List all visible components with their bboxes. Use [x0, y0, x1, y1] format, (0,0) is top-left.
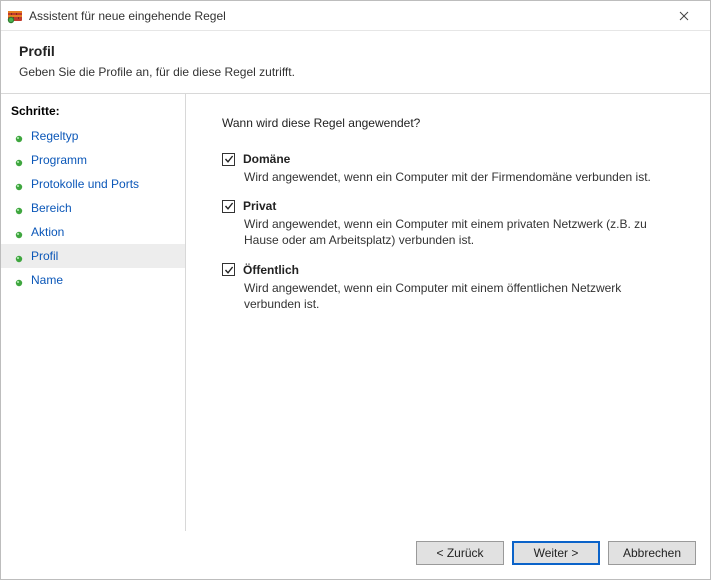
- sidebar-step[interactable]: Name: [1, 268, 185, 292]
- bullet-icon: [15, 252, 23, 260]
- profile-head: Privat: [222, 199, 682, 213]
- question-text: Wann wird diese Regel angewendet?: [222, 116, 682, 130]
- page-subtitle: Geben Sie die Profile an, für die diese …: [19, 65, 692, 79]
- check-icon: [224, 265, 234, 275]
- sidebar-step[interactable]: Aktion: [1, 220, 185, 244]
- window-title: Assistent für neue eingehende Regel: [29, 9, 664, 23]
- titlebar: Assistent für neue eingehende Regel: [1, 1, 710, 31]
- sidebar-step[interactable]: Profil: [1, 244, 185, 268]
- profile-item: Privat Wird angewendet, wenn ein Computer…: [222, 199, 682, 248]
- profile-checkbox[interactable]: [222, 263, 235, 276]
- sidebar-step-label: Profil: [31, 249, 58, 263]
- profile-name: Öffentlich: [243, 263, 299, 277]
- next-button[interactable]: Weiter >: [512, 541, 600, 565]
- bullet-icon: [15, 180, 23, 188]
- page-title: Profil: [19, 43, 692, 59]
- sidebar-step[interactable]: Regeltyp: [1, 124, 185, 148]
- wizard-body: Schritte: Regeltyp Programm Protokolle und…: [1, 94, 710, 531]
- bullet-icon: [15, 276, 23, 284]
- wizard-footer: < Zurück Weiter > Abbrechen: [1, 531, 710, 579]
- profile-desc: Wird angewendet, wenn ein Computer mit e…: [244, 280, 674, 312]
- sidebar-step-label: Bereich: [31, 201, 72, 215]
- back-button[interactable]: < Zurück: [416, 541, 504, 565]
- profile-head: Öffentlich: [222, 263, 682, 277]
- sidebar: Schritte: Regeltyp Programm Protokolle und…: [1, 94, 186, 531]
- profile-desc: Wird angewendet, wenn ein Computer mit d…: [244, 169, 674, 185]
- profile-desc: Wird angewendet, wenn ein Computer mit e…: [244, 216, 674, 248]
- profile-item: Öffentlich Wird angewendet, wenn ein Comp…: [222, 263, 682, 312]
- sidebar-step-label: Regeltyp: [31, 129, 78, 143]
- content-pane: Wann wird diese Regel angewendet? Domäne…: [186, 94, 710, 531]
- sidebar-step-label: Name: [31, 273, 63, 287]
- sidebar-step-label: Protokolle und Ports: [31, 177, 139, 191]
- profile-head: Domäne: [222, 152, 682, 166]
- bullet-icon: [15, 156, 23, 164]
- profile-name: Domäne: [243, 152, 290, 166]
- close-button[interactable]: [664, 2, 704, 30]
- profile-name: Privat: [243, 199, 276, 213]
- bullet-icon: [15, 228, 23, 236]
- profile-checkbox[interactable]: [222, 200, 235, 213]
- wizard-window: Assistent für neue eingehende Regel Prof…: [0, 0, 711, 580]
- sidebar-step-label: Programm: [31, 153, 87, 167]
- cancel-button[interactable]: Abbrechen: [608, 541, 696, 565]
- bullet-icon: [15, 204, 23, 212]
- sidebar-step-label: Aktion: [31, 225, 64, 239]
- check-icon: [224, 154, 234, 164]
- profile-item: Domäne Wird angewendet, wenn ein Computer…: [222, 152, 682, 185]
- bullet-icon: [15, 132, 23, 140]
- firewall-icon: [7, 8, 23, 24]
- sidebar-title: Schritte:: [1, 100, 185, 124]
- check-icon: [224, 201, 234, 211]
- profile-checkbox[interactable]: [222, 153, 235, 166]
- close-icon: [679, 11, 689, 21]
- sidebar-step[interactable]: Bereich: [1, 196, 185, 220]
- sidebar-step[interactable]: Protokolle und Ports: [1, 172, 185, 196]
- sidebar-step[interactable]: Programm: [1, 148, 185, 172]
- wizard-header: Profil Geben Sie die Profile an, für die…: [1, 31, 710, 94]
